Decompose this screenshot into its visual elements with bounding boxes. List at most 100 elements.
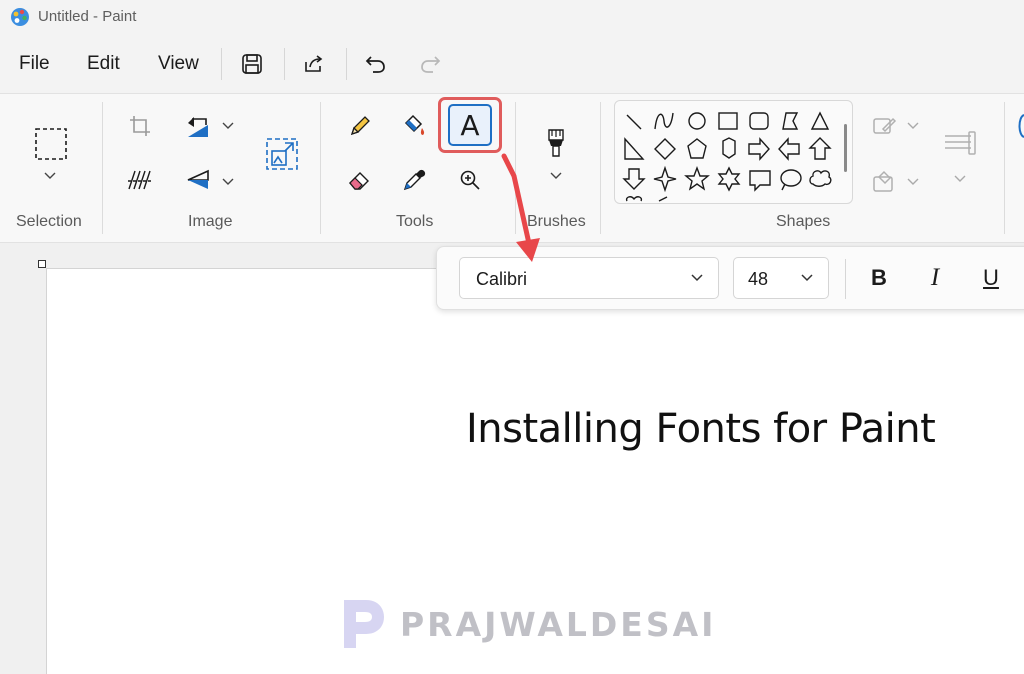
oval-shape-icon[interactable]: [688, 112, 706, 130]
rotate-button[interactable]: [180, 108, 216, 144]
five-point-star-shape-icon[interactable]: [684, 166, 710, 191]
menu-view[interactable]: View: [158, 53, 199, 75]
shape-fill-icon: [873, 170, 893, 192]
oval-callout-shape-icon[interactable]: [780, 169, 802, 191]
menu-separator: [221, 48, 222, 80]
font-family-value: Calibri: [476, 269, 528, 289]
down-arrow-shape-icon[interactable]: [622, 168, 646, 190]
resize-button[interactable]: [262, 134, 302, 174]
right-triangle-shape-icon[interactable]: [624, 137, 645, 160]
bold-button[interactable]: B: [861, 261, 897, 295]
watermark-text: PRAJWALDESAI: [400, 604, 717, 644]
flip-button[interactable]: [180, 162, 216, 198]
menu-bar: File Edit View: [0, 40, 1024, 88]
chevron-down-icon: [691, 274, 703, 282]
pencil-icon: [350, 116, 370, 136]
heart-shape-icon[interactable]: [625, 196, 643, 202]
polygon-shape-icon[interactable]: [782, 112, 799, 130]
group-label-shapes: Shapes: [776, 213, 831, 230]
magnifier-icon: [460, 170, 480, 190]
fill-button[interactable]: [396, 108, 432, 144]
bold-icon: B: [871, 265, 887, 290]
rectangular-callout-shape-icon[interactable]: [749, 170, 771, 192]
save-button[interactable]: [236, 48, 268, 80]
curve-shape-icon[interactable]: [654, 112, 674, 130]
up-arrow-shape-icon[interactable]: [808, 137, 832, 160]
rectangle-shape-icon[interactable]: [718, 112, 738, 130]
four-point-star-shape-icon[interactable]: [653, 165, 677, 193]
toolbar-separator: [845, 259, 846, 299]
selection-dropdown-chevron-icon[interactable]: [43, 171, 57, 181]
redo-icon: [421, 56, 441, 73]
lightning-shape-icon[interactable]: [658, 196, 668, 202]
color-picker-button[interactable]: [396, 162, 432, 198]
group-separator: [102, 102, 103, 234]
pencil-button[interactable]: [342, 108, 378, 144]
text-tool-button[interactable]: A: [448, 104, 492, 146]
group-label-image: Image: [188, 213, 233, 230]
triangle-shape-icon[interactable]: [810, 111, 830, 130]
select-all-transparent-button[interactable]: [122, 162, 158, 198]
share-icon: [305, 55, 323, 72]
shape-outline-button[interactable]: [866, 108, 902, 144]
six-point-star-shape-icon[interactable]: [717, 166, 741, 192]
group-separator: [320, 102, 321, 234]
font-size-value: 48: [748, 269, 769, 289]
save-icon: [242, 54, 262, 74]
transparent-selection-icon: [128, 170, 152, 190]
right-arrow-shape-icon[interactable]: [748, 137, 770, 161]
shapes-gallery: [614, 100, 853, 204]
resize-image-icon: [266, 138, 298, 170]
menu-separator: [284, 48, 285, 80]
font-size-dropdown[interactable]: 48: [733, 257, 829, 299]
left-arrow-shape-icon[interactable]: [778, 137, 800, 161]
line-size-button[interactable]: [940, 124, 980, 164]
redo-button[interactable]: [414, 48, 446, 80]
italic-button[interactable]: I: [917, 261, 953, 295]
rotate-icon: [188, 117, 208, 137]
underline-icon: U: [983, 265, 999, 290]
fill-dropdown-chevron-icon[interactable]: [906, 177, 920, 187]
italic-icon: I: [930, 264, 940, 291]
line-size-icon: [945, 131, 976, 155]
menu-edit[interactable]: Edit: [87, 53, 120, 75]
menu-separator: [346, 48, 347, 80]
menu-file[interactable]: File: [19, 53, 50, 75]
group-label-selection: Selection: [16, 213, 82, 230]
rotate-dropdown-chevron-icon[interactable]: [221, 121, 235, 131]
outline-dropdown-chevron-icon[interactable]: [906, 121, 920, 131]
cloud-callout-shape-icon[interactable]: [809, 170, 832, 187]
line-size-dropdown-chevron-icon[interactable]: [953, 174, 967, 184]
eraser-button[interactable]: [342, 162, 378, 198]
pentagon-shape-icon[interactable]: [687, 138, 707, 159]
flip-dropdown-chevron-icon[interactable]: [221, 177, 235, 187]
text-tool-glyph: A: [460, 108, 480, 142]
flip-icon: [187, 169, 209, 189]
line-shape-icon[interactable]: [626, 114, 642, 130]
window-title: Untitled - Paint: [38, 8, 137, 25]
rounded-rectangle-shape-icon[interactable]: [749, 112, 769, 130]
eraser-icon: [349, 172, 369, 190]
brushes-dropdown-chevron-icon[interactable]: [549, 171, 563, 181]
colors-button-partial[interactable]: [1012, 108, 1024, 144]
paint-app-icon: [11, 8, 29, 26]
chevron-down-icon: [801, 274, 813, 282]
undo-icon: [365, 56, 385, 73]
paint-bucket-icon: [404, 114, 425, 135]
canvas-resize-handle[interactable]: [38, 260, 46, 268]
group-label-tools: Tools: [396, 213, 434, 230]
selection-button[interactable]: [31, 124, 71, 164]
underline-button[interactable]: U: [973, 261, 1009, 295]
crop-button[interactable]: [122, 108, 158, 144]
eyedropper-icon: [403, 169, 426, 191]
undo-button[interactable]: [360, 48, 392, 80]
watermark: PRAJWALDESAI: [340, 598, 716, 650]
hexagon-shape-icon[interactable]: [722, 137, 736, 159]
shape-fill-button[interactable]: [866, 164, 902, 200]
diamond-shape-icon[interactable]: [654, 138, 676, 160]
magnifier-button[interactable]: [452, 162, 488, 198]
outline-icon: [873, 117, 897, 134]
shapes-scrollbar[interactable]: [844, 124, 847, 172]
share-button[interactable]: [298, 48, 330, 80]
watermark-logo: [344, 600, 384, 648]
